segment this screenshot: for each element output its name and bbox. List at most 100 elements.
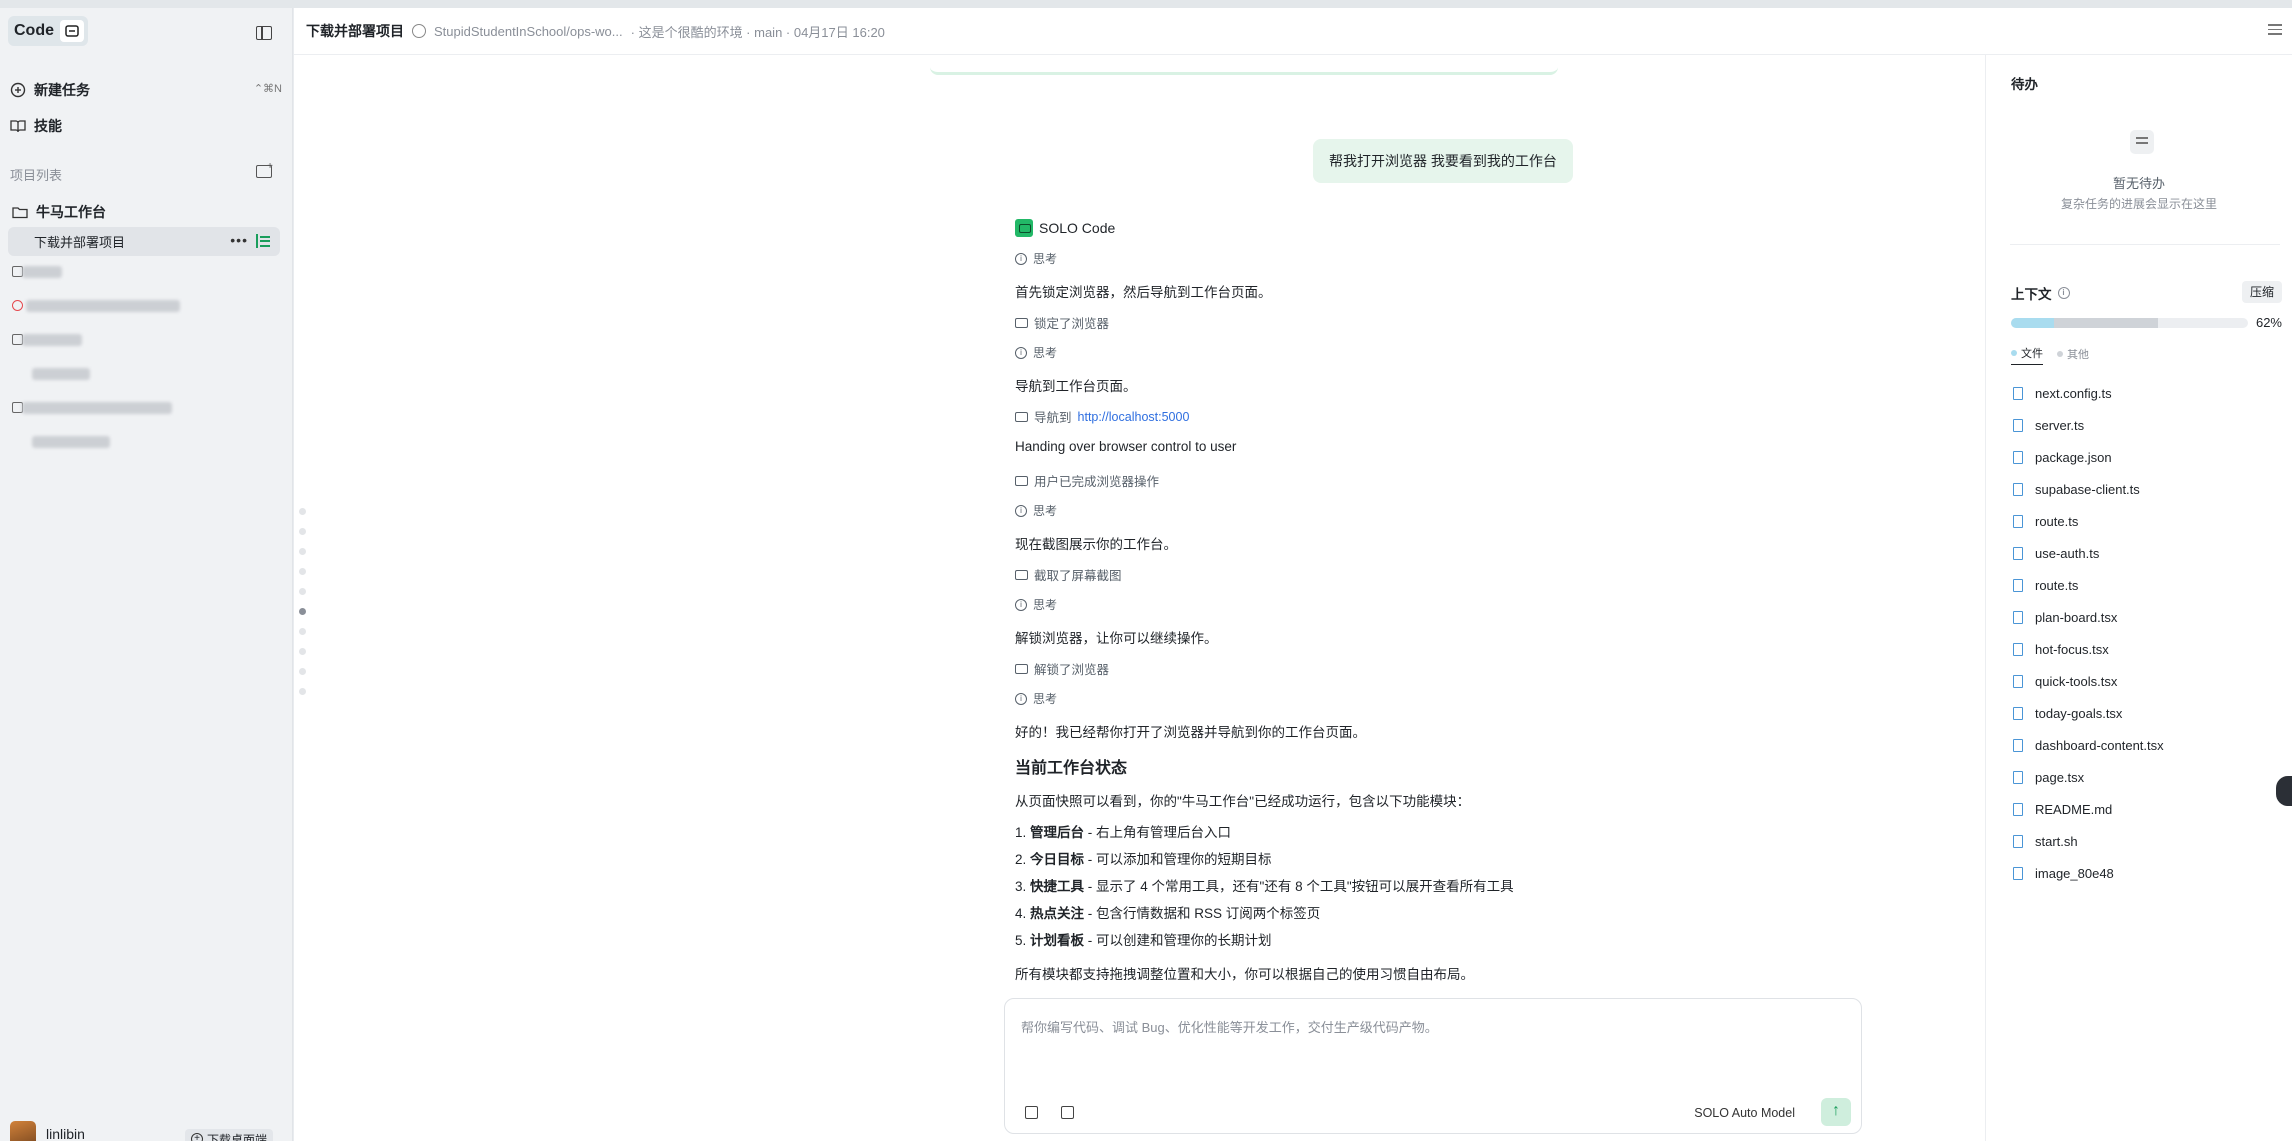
new-task-shortcut: ⌃⌘N [253, 83, 282, 95]
file-icon [2013, 674, 2023, 688]
usage-other-segment [2054, 318, 2158, 328]
floating-avatar[interactable] [2276, 776, 2292, 806]
file-item[interactable]: image_80e48 [2013, 857, 2164, 889]
file-item[interactable]: package.json [2013, 441, 2164, 473]
tool-call[interactable]: 截取了屏幕截图 [1015, 565, 1615, 584]
user-message-text: 帮我打开浏览器 我要看到我的工作台 [1329, 153, 1557, 169]
think-toggle[interactable]: i 思考 [1015, 250, 1615, 267]
avatar [10, 1121, 36, 1141]
sidebar-item-active-task[interactable]: 下载并部署项目 ••• [8, 227, 280, 256]
think-toggle[interactable]: i 思考 [1015, 502, 1615, 519]
think-toggle[interactable]: i 思考 [1015, 690, 1615, 707]
think-icon: i [1015, 692, 1027, 705]
download-desktop-button[interactable]: + 下载桌面端 [185, 1129, 274, 1141]
context-usage-bar [2011, 318, 2248, 328]
browser-icon [1015, 569, 1028, 580]
think-toggle[interactable]: i 思考 [1015, 596, 1615, 613]
file-icon [2013, 706, 2023, 720]
step-text: 解锁浏览器，让你可以继续操作。 [1015, 631, 1218, 646]
file-icon [2013, 450, 2023, 464]
more-icon[interactable]: ••• [230, 232, 248, 248]
final-text: 好的！我已经帮你打开了浏览器并导航到你的工作台页面。 [1015, 725, 1366, 740]
tab-other[interactable]: 其他 [2057, 345, 2089, 365]
file-item[interactable]: route.ts [2013, 505, 2164, 537]
redacted-item[interactable] [32, 368, 90, 380]
file-item[interactable]: plan-board.tsx [2013, 601, 2164, 633]
message-navigator[interactable] [299, 508, 306, 708]
divider [2010, 244, 2280, 245]
step-text: Handing over browser control to user [1015, 439, 1237, 454]
info-icon[interactable]: i [2057, 287, 2070, 299]
file-item[interactable]: use-auth.ts [2013, 537, 2164, 569]
skills-button[interactable]: 技能 [10, 114, 62, 138]
step-text: 首先锁定浏览器，然后导航到工作台页面。 [1015, 285, 1272, 300]
composer-input[interactable]: 帮你编写代码、调试 Bug、优化性能等开发工作，交付生产级代码产物。 [1021, 1017, 1438, 1036]
solo-logo-icon [1015, 219, 1033, 237]
context-title: 上下文 i [2011, 283, 2070, 303]
brand-switcher[interactable]: Code [8, 16, 88, 46]
file-name: today-goals.tsx [2035, 705, 2123, 721]
file-item[interactable]: dashboard-content.tsx [2013, 729, 2164, 761]
repo-link[interactable]: StupidStudentInSchool/ops-wo... [434, 24, 623, 39]
file-name: README.md [2035, 801, 2113, 817]
browser-icon [1015, 663, 1028, 674]
new-task-label: 新建任务 [34, 82, 90, 98]
tab-files[interactable]: 文件 [2011, 345, 2043, 365]
redacted-item[interactable] [22, 266, 62, 278]
new-project-icon[interactable] [256, 161, 273, 178]
file-item[interactable]: README.md [2013, 793, 2164, 825]
file-icon [2013, 418, 2023, 432]
download-label: 下载桌面端 [207, 1132, 268, 1141]
github-icon [412, 24, 426, 38]
redacted-item[interactable] [26, 300, 180, 312]
file-item[interactable]: server.ts [2013, 409, 2164, 441]
file-item[interactable]: next.config.ts [2013, 377, 2164, 409]
active-task-label: 下载并部署项目 [34, 235, 126, 250]
context-percent: 62% [2255, 315, 2282, 330]
redacted-item[interactable] [22, 334, 82, 346]
file-name: use-auth.ts [2035, 545, 2100, 561]
localhost-link[interactable]: http://localhost:5000 [1078, 410, 1190, 424]
file-item[interactable]: page.tsx [2013, 761, 2164, 793]
file-item[interactable]: hot-focus.tsx [2013, 633, 2164, 665]
think-toggle[interactable]: i 思考 [1015, 344, 1615, 361]
file-name: hot-focus.tsx [2035, 641, 2109, 657]
agent-name: SOLO Code [1039, 220, 1116, 236]
sidebar-toggle-icon[interactable] [256, 26, 272, 40]
page-title: 下载并部署项目 [306, 23, 404, 39]
compress-button[interactable]: 压缩 [2241, 281, 2282, 303]
file-item[interactable]: route.ts [2013, 569, 2164, 601]
redacted-item[interactable] [32, 436, 110, 448]
tool-call[interactable]: 导航到 http://localhost:5000 [1015, 407, 1615, 426]
file-item[interactable]: supabase-client.ts [2013, 473, 2164, 505]
file-name: start.sh [2035, 833, 2078, 849]
agent-header: SOLO Code [1015, 219, 1115, 237]
new-task-button[interactable]: 新建任务 [10, 78, 90, 102]
user-profile[interactable]: linlibin [10, 1121, 85, 1141]
tree-view-icon[interactable] [256, 234, 270, 248]
file-icon [2013, 482, 2023, 496]
file-name: server.ts [2035, 417, 2085, 433]
file-item[interactable]: quick-tools.tsx [2013, 665, 2164, 697]
header-meta: · 这是个很酷的环境 · main · 04月17日 16:20 [630, 24, 885, 40]
command-icon[interactable] [1025, 1106, 1038, 1119]
file-item[interactable]: start.sh [2013, 825, 2164, 857]
project-folder[interactable]: 牛马工作台 [12, 202, 106, 222]
file-item[interactable]: today-goals.tsx [2013, 697, 2164, 729]
think-icon: i [1015, 252, 1027, 265]
file-icon [2013, 578, 2023, 592]
file-icon [2013, 866, 2023, 880]
think-icon: i [1015, 598, 1027, 611]
model-selector[interactable]: SOLO Auto Model [1694, 1106, 1795, 1120]
image-icon[interactable] [1061, 1106, 1074, 1119]
sidebar: Code 新建任务 ⌃⌘N 技能 项目列表 牛马工作台 下载并部署项目 ••• … [0, 8, 293, 1141]
tool-call[interactable]: 锁定了浏览器 [1015, 313, 1615, 332]
tool-call[interactable]: 解锁了浏览器 [1015, 659, 1615, 678]
list-toggle-icon[interactable] [2268, 24, 2282, 36]
skills-label: 技能 [34, 118, 62, 134]
todo-title: 待办 [2011, 77, 2038, 92]
terminal-icon[interactable] [60, 20, 84, 42]
send-button[interactable]: ↑ [1821, 1098, 1851, 1126]
redacted-item[interactable] [22, 402, 172, 414]
tool-call[interactable]: 用户已完成浏览器操作 [1015, 471, 1615, 490]
